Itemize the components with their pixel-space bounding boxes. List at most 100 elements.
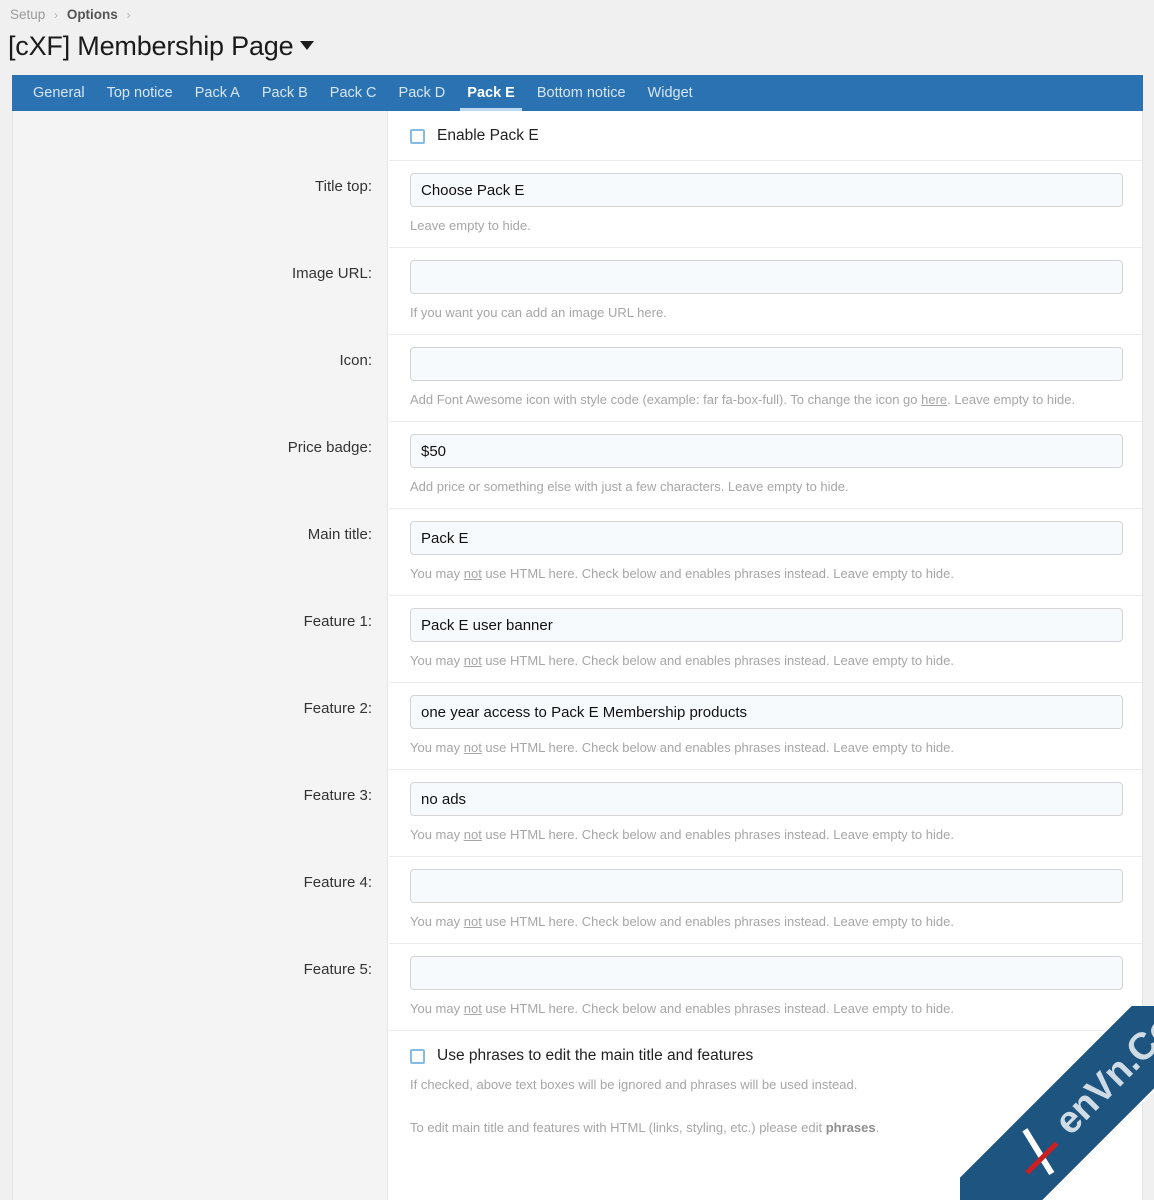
hint-part2: use HTML here. Check below and enables p… <box>481 914 954 929</box>
tab-pack-b[interactable]: Pack B <box>251 75 319 111</box>
form-row-feature-5: Feature 5: You may not use HTML here. Ch… <box>13 943 1142 1030</box>
hint-part2: . <box>875 1120 880 1135</box>
label-feature-5: Feature 5: <box>303 961 372 978</box>
tab-bar: General Top notice Pack A Pack B Pack C … <box>12 75 1143 111</box>
form-row-feature-3: Feature 3: You may not use HTML here. Ch… <box>13 769 1142 856</box>
feature-3-input[interactable] <box>410 782 1123 816</box>
hint-not: not <box>463 653 482 668</box>
hint-not: not <box>463 1001 482 1016</box>
tab-widget[interactable]: Widget <box>637 75 704 111</box>
breadcrumb-item-options[interactable]: Options <box>67 7 118 22</box>
enable-pack-e-checkbox-line[interactable]: Enable Pack E <box>410 126 1123 146</box>
form-row-control: Use phrases to edit the main title and f… <box>389 1030 1142 1151</box>
form-row-enable-pack-e: Enable Pack E <box>13 111 1142 160</box>
title-top-input[interactable] <box>410 173 1123 207</box>
options-panel: Enable Pack E Title top: Leave empty to … <box>12 111 1143 1200</box>
enable-pack-e-label: Enable Pack E <box>437 127 539 144</box>
label-title-top: Title top: <box>315 178 372 195</box>
label-main-title: Main title: <box>307 526 372 543</box>
hint-part1: To edit main title and features with HTM… <box>410 1120 826 1135</box>
hint-part1: You may <box>410 1001 464 1016</box>
tab-pack-a[interactable]: Pack A <box>184 75 251 111</box>
label-feature-4: Feature 4: <box>303 874 372 891</box>
feature-1-input[interactable] <box>410 608 1123 642</box>
hint-feature-5: You may not use HTML here. Check below a… <box>410 999 1123 1018</box>
form-row-control: You may not use HTML here. Check below a… <box>389 769 1142 856</box>
hint-not: not <box>463 566 482 581</box>
hint-not: not <box>463 914 482 929</box>
hint-feature-1: You may not use HTML here. Check below a… <box>410 651 1123 670</box>
price-badge-input[interactable] <box>410 434 1123 468</box>
hint-icon-here-link[interactable]: here <box>921 392 947 407</box>
tab-bottom-notice[interactable]: Bottom notice <box>526 75 637 111</box>
form-row-control: You may not use HTML here. Check below a… <box>389 856 1142 943</box>
form-row-image-url: Image URL: If you want you can add an im… <box>13 247 1142 334</box>
label-feature-1: Feature 1: <box>303 613 372 630</box>
hint-use-phrases: If checked, above text boxes will be ign… <box>410 1077 858 1092</box>
form-row-control: Leave empty to hide. <box>389 160 1142 247</box>
hint-image-url: If you want you can add an image URL her… <box>410 305 667 320</box>
form-row-control: Add Font Awesome icon with style code (e… <box>389 334 1142 421</box>
icon-input[interactable] <box>410 347 1123 381</box>
hint-icon: Add Font Awesome icon with style code (e… <box>410 390 1123 409</box>
hint-feature-3: You may not use HTML here. Check below a… <box>410 825 1123 844</box>
form-row-icon: Icon: Add Font Awesome icon with style c… <box>13 334 1142 421</box>
hint-icon-part2: . Leave empty to hide. <box>947 392 1076 407</box>
use-phrases-label: Use phrases to edit the main title and f… <box>437 1047 754 1064</box>
hint-part2: use HTML here. Check below and enables p… <box>481 653 954 668</box>
label-icon: Icon: <box>339 352 372 369</box>
breadcrumb: Setup › Options › <box>0 0 1154 24</box>
checkbox-icon[interactable] <box>410 1048 425 1064</box>
tab-pack-c[interactable]: Pack C <box>319 75 388 111</box>
hint-edit-phrases: To edit main title and features with HTM… <box>410 1118 1123 1137</box>
tab-top-notice[interactable]: Top notice <box>96 75 184 111</box>
hint-part2: use HTML here. Check below and enables p… <box>481 740 954 755</box>
form-row-feature-4: Feature 4: You may not use HTML here. Ch… <box>13 856 1142 943</box>
breadcrumb-separator-icon: › <box>126 8 131 22</box>
tab-pack-e[interactable]: Pack E <box>456 75 526 111</box>
label-image-url: Image URL: <box>291 265 372 282</box>
use-phrases-checkbox-line[interactable]: Use phrases to edit the main title and f… <box>410 1046 1123 1066</box>
hint-title-top: Leave empty to hide. <box>410 218 531 233</box>
label-price-badge: Price badge: <box>287 439 372 456</box>
breadcrumb-item-setup[interactable]: Setup <box>10 7 45 22</box>
form-row-control: You may not use HTML here. Check below a… <box>389 943 1142 1030</box>
form-row-feature-2: Feature 2: You may not use HTML here. Ch… <box>13 682 1142 769</box>
hint-not: not <box>463 827 482 842</box>
hint-main-title: You may not use HTML here. Check below a… <box>410 564 1123 583</box>
form-row-control: You may not use HTML here. Check below a… <box>389 595 1142 682</box>
hint-phrases-bold: phrases <box>825 1120 876 1135</box>
label-feature-2: Feature 2: <box>303 700 372 717</box>
hint-part1: You may <box>410 740 464 755</box>
hint-feature-4: You may not use HTML here. Check below a… <box>410 912 1123 931</box>
feature-4-input[interactable] <box>410 869 1123 903</box>
form-row-label-spacer <box>13 1030 389 1151</box>
hint-part1: You may <box>410 653 464 668</box>
hint-not: not <box>463 740 482 755</box>
form-row-title-top: Title top: Leave empty to hide. <box>13 160 1142 247</box>
form-row-feature-1: Feature 1: You may not use HTML here. Ch… <box>13 595 1142 682</box>
tab-pack-d[interactable]: Pack D <box>388 75 457 111</box>
chevron-down-icon[interactable] <box>300 41 315 50</box>
form-row-use-phrases: Use phrases to edit the main title and f… <box>13 1030 1142 1151</box>
hint-part1: You may <box>410 914 464 929</box>
checkbox-icon[interactable] <box>410 128 425 144</box>
page-title-text: [cXF] Membership Page <box>8 31 294 61</box>
form-row-control: Add price or something else with just a … <box>389 421 1142 508</box>
main-title-input[interactable] <box>410 521 1123 555</box>
tab-general[interactable]: General <box>22 75 96 111</box>
form-row-main-title: Main title: You may not use HTML here. C… <box>13 508 1142 595</box>
page-title: [cXF] Membership Page <box>0 24 1154 66</box>
form-row-control: You may not use HTML here. Check below a… <box>389 508 1142 595</box>
feature-5-input[interactable] <box>410 956 1123 990</box>
hint-icon-part1: Add Font Awesome icon with style code (e… <box>410 392 922 407</box>
hint-part1: You may <box>410 566 464 581</box>
feature-2-input[interactable] <box>410 695 1123 729</box>
hint-price-badge: Add price or something else with just a … <box>410 479 849 494</box>
form-row-control: You may not use HTML here. Check below a… <box>389 682 1142 769</box>
breadcrumb-separator-icon: › <box>54 8 59 22</box>
image-url-input[interactable] <box>410 260 1123 294</box>
app-page: Setup › Options › [cXF] Membership Page … <box>0 0 1154 1200</box>
hint-part1: You may <box>410 827 464 842</box>
hint-part2: use HTML here. Check below and enables p… <box>481 1001 954 1016</box>
